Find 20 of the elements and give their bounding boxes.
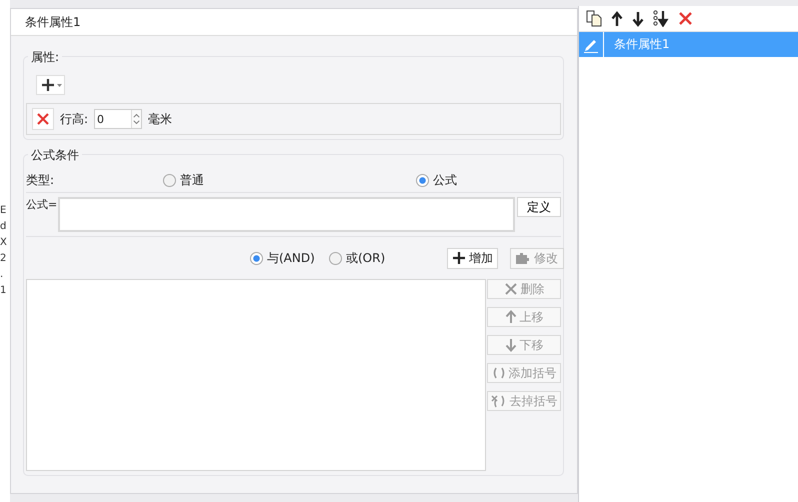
number-spinner[interactable]: 0 (94, 109, 142, 129)
group-legend: 属性: (28, 49, 62, 66)
define-button[interactable]: 定义 (517, 197, 561, 217)
radio-option[interactable]: 公式 (416, 172, 457, 189)
background-cell-text: X (0, 237, 8, 249)
background-cell-text: 2 (0, 253, 8, 265)
background-cell-text: 1 (0, 285, 8, 297)
radio-option[interactable]: 普通 (163, 172, 204, 189)
field-label: 类型: (26, 172, 54, 189)
radio-option[interactable]: 或(OR) (329, 250, 386, 266)
field-label: 行高: (60, 110, 88, 128)
unit-label: 毫米 (148, 110, 172, 128)
window-title: 条件属性1 (25, 14, 81, 30)
background-cell-text: E (0, 205, 8, 217)
radio-option[interactable]: 与(AND) (250, 250, 315, 266)
group-legend: 公式条件 (28, 147, 82, 164)
add-button[interactable]: 增加 (447, 248, 498, 268)
background-cell-text: . (0, 269, 4, 281)
field-label: 公式= (26, 197, 58, 212)
background-cell-text: d (0, 221, 8, 233)
